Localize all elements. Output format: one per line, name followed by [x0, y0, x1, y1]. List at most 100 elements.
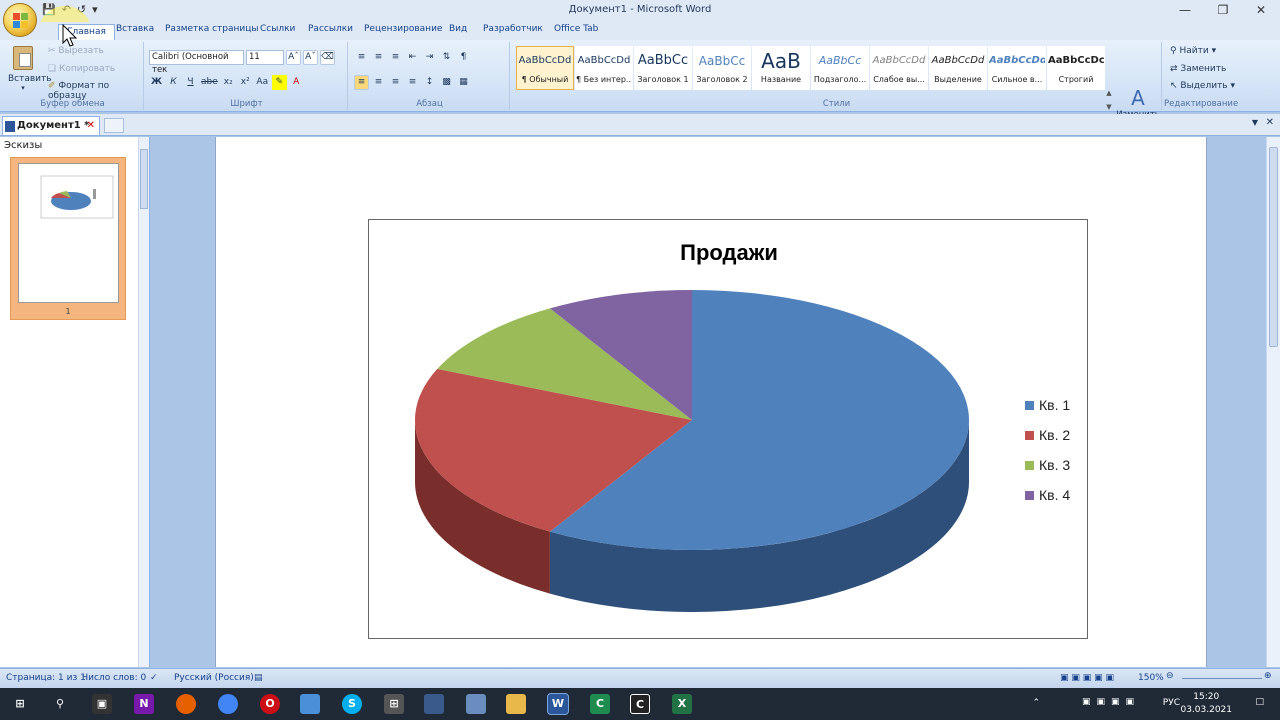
- align-left-icon[interactable]: ≡: [354, 75, 369, 90]
- highlight-icon[interactable]: ✎: [271, 75, 287, 90]
- status-page[interactable]: Страница: 1 из 1: [6, 673, 86, 683]
- app-icon[interactable]: [300, 694, 320, 714]
- font-color-icon[interactable]: A: [289, 75, 304, 90]
- thumbnails-scrollbar[interactable]: [138, 137, 149, 667]
- align-right-icon[interactable]: ≡: [388, 75, 403, 90]
- style-normal[interactable]: AaBbCcDd ¶ Обычный: [516, 46, 574, 90]
- tab-list-dropdown-icon[interactable]: ▼: [1252, 118, 1258, 127]
- grow-font-icon[interactable]: Aˆ: [286, 50, 301, 65]
- numbering-icon[interactable]: ≡: [371, 50, 386, 65]
- onenote-icon[interactable]: N: [134, 694, 154, 714]
- close-tab-icon[interactable]: ✕: [87, 117, 95, 135]
- camtasia-recorder-icon[interactable]: C: [630, 694, 650, 714]
- close-document-icon[interactable]: ✕: [1266, 117, 1274, 128]
- style-title[interactable]: AaB Название: [752, 46, 810, 90]
- calculator-icon[interactable]: ⊞: [384, 694, 404, 714]
- tab-page-layout[interactable]: Разметка страницы: [165, 24, 259, 34]
- spellcheck-icon[interactable]: ✓: [150, 673, 158, 683]
- font-name-select[interactable]: Calibri (Основной тек: [149, 50, 244, 75]
- input-language[interactable]: РУС: [1163, 698, 1180, 708]
- zoom-slider[interactable]: [1182, 678, 1262, 679]
- shrink-font-icon[interactable]: Aˇ: [303, 50, 318, 65]
- zoom-in-icon[interactable]: ⊕: [1264, 671, 1272, 681]
- subscript-icon[interactable]: x₂: [221, 75, 236, 90]
- chart-object[interactable]: Продажи Кв. 1 Кв. 2 Кв. 3 Кв. 4: [368, 219, 1088, 639]
- style-heading-1[interactable]: AaBbCc Заголовок 1: [634, 46, 692, 90]
- view-buttons[interactable]: ▣ ▣ ▣ ▣ ▣: [1060, 673, 1114, 683]
- format-painter-button[interactable]: ✐ Формат по образцу: [48, 81, 143, 101]
- office-button[interactable]: [3, 3, 37, 37]
- tab-developer[interactable]: Разработчик: [483, 24, 543, 34]
- page-thumbnail[interactable]: 1: [10, 157, 126, 320]
- clear-format-icon[interactable]: ⌫: [320, 50, 335, 65]
- document-page[interactable]: Продажи Кв. 1 Кв. 2 Кв. 3 Кв. 4: [215, 137, 1207, 667]
- pilcrow-icon[interactable]: ¶: [456, 50, 471, 65]
- search-icon[interactable]: ⚲: [50, 694, 70, 714]
- macro-record-icon[interactable]: ▤: [254, 673, 263, 683]
- zoom-out-icon[interactable]: ⊖: [1166, 671, 1174, 681]
- superscript-icon[interactable]: x²: [238, 75, 253, 90]
- justify-icon[interactable]: ≡: [405, 75, 420, 90]
- app3-icon[interactable]: [466, 694, 486, 714]
- document-tab[interactable]: Документ1 * ✕: [2, 116, 100, 135]
- status-language[interactable]: Русский (Россия): [174, 673, 254, 683]
- firefox-icon[interactable]: [176, 694, 196, 714]
- decrease-indent-icon[interactable]: ⇤: [405, 50, 420, 65]
- word-icon[interactable]: W: [547, 693, 569, 715]
- style-intense-emphasis[interactable]: AaBbCcDd Сильное в...: [988, 46, 1046, 90]
- style-emphasis[interactable]: AaBbCcDd Выделение: [929, 46, 987, 90]
- skype-icon[interactable]: S: [342, 694, 362, 714]
- tray-expand-icon[interactable]: ⌃: [1032, 698, 1040, 708]
- bullets-icon[interactable]: ≡: [354, 50, 369, 65]
- customize-qat-icon[interactable]: ▾: [92, 3, 98, 16]
- new-tab-button[interactable]: [104, 118, 124, 133]
- paste-button[interactable]: Вставить ▾: [8, 46, 52, 92]
- increase-indent-icon[interactable]: ⇥: [422, 50, 437, 65]
- chrome-icon[interactable]: [218, 694, 238, 714]
- align-center-icon[interactable]: ≡: [371, 75, 386, 90]
- app2-icon[interactable]: [424, 694, 444, 714]
- tab-review[interactable]: Рецензирование: [364, 24, 442, 34]
- minimize-button[interactable]: —: [1166, 0, 1204, 20]
- opera-icon[interactable]: O: [260, 694, 280, 714]
- tab-view[interactable]: Вид: [449, 24, 467, 34]
- clock[interactable]: 15:20 03.03.2021: [1180, 691, 1232, 717]
- status-words[interactable]: Число слов: 0: [82, 673, 146, 683]
- strikethrough-icon[interactable]: abe: [200, 75, 219, 90]
- vertical-scrollbar[interactable]: [1266, 137, 1280, 667]
- close-button[interactable]: ✕: [1242, 0, 1280, 20]
- style-heading-2[interactable]: AaBbCc Заголовок 2: [693, 46, 751, 90]
- restore-button[interactable]: ❐: [1204, 0, 1242, 20]
- shading-icon[interactable]: ▩: [439, 75, 454, 90]
- bold-icon[interactable]: Ж: [149, 75, 164, 90]
- borders-icon[interactable]: ▦: [456, 75, 471, 90]
- change-case-icon[interactable]: Aa: [255, 75, 270, 90]
- underline-icon[interactable]: Ч: [183, 75, 198, 90]
- style-no-spacing[interactable]: AaBbCcDd ¶ Без интер...: [575, 46, 633, 90]
- copy-button[interactable]: ❏ Копировать: [48, 64, 115, 74]
- style-strong[interactable]: AaBbCcDc Строгий: [1047, 46, 1105, 90]
- task-view-icon[interactable]: ▣: [92, 694, 112, 714]
- file-explorer-icon[interactable]: [506, 694, 526, 714]
- vertical-scroll-thumb[interactable]: [1269, 147, 1278, 347]
- find-button[interactable]: ⚲ Найти ▾: [1170, 46, 1216, 56]
- thumbnails-scroll-thumb[interactable]: [140, 149, 148, 209]
- tab-office-tab[interactable]: Office Tab: [554, 24, 598, 34]
- zoom-level[interactable]: 150%: [1138, 673, 1164, 683]
- multilevel-list-icon[interactable]: ≡: [388, 50, 403, 65]
- notifications-icon[interactable]: □: [1255, 697, 1264, 707]
- replace-button[interactable]: ⇄ Заменить: [1170, 64, 1226, 74]
- excel-icon[interactable]: X: [672, 694, 692, 714]
- tab-mailings[interactable]: Рассылки: [308, 24, 353, 34]
- tab-insert[interactable]: Вставка: [116, 24, 154, 34]
- tray-icons[interactable]: ▣▣▣▣: [1082, 697, 1140, 707]
- style-subtitle[interactable]: AaBbCc Подзаголо...: [811, 46, 869, 90]
- line-spacing-icon[interactable]: ↕: [422, 75, 437, 90]
- style-subtle-emphasis[interactable]: AaBbCcDd Слабое вы...: [870, 46, 928, 90]
- tab-references[interactable]: Ссылки: [260, 24, 295, 34]
- font-size-select[interactable]: 11: [246, 50, 284, 65]
- camtasia-icon[interactable]: C: [590, 694, 610, 714]
- italic-icon[interactable]: К: [166, 75, 181, 90]
- sort-icon[interactable]: ⇅: [439, 50, 454, 65]
- select-button[interactable]: ↖ Выделить ▾: [1170, 81, 1235, 91]
